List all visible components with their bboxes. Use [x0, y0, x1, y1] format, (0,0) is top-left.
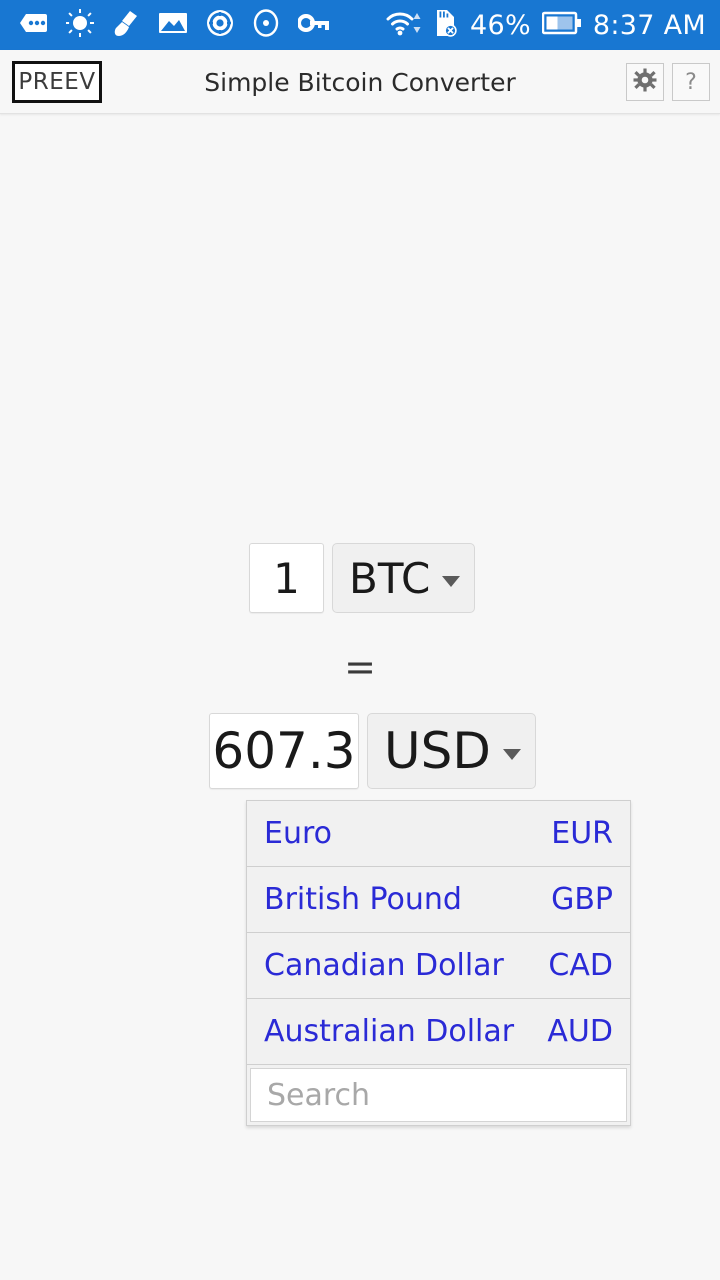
battery-icon	[541, 11, 582, 39]
status-bar-notification-icons	[0, 9, 330, 41]
list-item[interactable]: Australian Dollar AUD	[247, 999, 630, 1065]
status-bar-system-icons: 46% 8:37 AM	[386, 0, 706, 50]
currency-name: Australian Dollar	[264, 1014, 515, 1049]
amount-input-to[interactable]: 607.3	[209, 713, 359, 789]
amount-input-from[interactable]: 1	[249, 543, 324, 613]
sd-card-missing-icon	[433, 9, 459, 41]
wifi-icon	[386, 9, 422, 41]
chevron-down-icon	[502, 748, 521, 760]
currency-name: Canadian Dollar	[264, 948, 504, 983]
list-item[interactable]: British Pound GBP	[247, 867, 630, 933]
clock-label: 8:37 AM	[592, 9, 706, 41]
currency-code: GBP	[551, 882, 613, 917]
gallery-image-icon	[158, 11, 188, 39]
currency-name: British Pound	[264, 882, 462, 917]
broom-cleaner-icon	[112, 9, 140, 41]
app-header: PREEV Simple Bitcoin Converter ?	[0, 50, 720, 114]
currency-code: CAD	[548, 948, 613, 983]
messages-icon	[18, 11, 48, 39]
converter-body: 1 BTC = 607.3 USD Euro EUR British Pound…	[0, 114, 720, 1280]
gear-icon	[633, 68, 657, 96]
currency-select-from[interactable]: BTC	[332, 543, 476, 613]
vpn-key-icon	[297, 12, 330, 38]
currency-code: AUD	[547, 1014, 613, 1049]
currency-code: EUR	[551, 816, 613, 851]
search-input[interactable]: Search	[250, 1068, 627, 1122]
converter-row-from: 1 BTC	[249, 543, 476, 613]
settings-button[interactable]	[626, 63, 664, 101]
currency-select-to[interactable]: USD	[367, 713, 536, 789]
currency-name: Euro	[264, 816, 332, 851]
currency-dropdown: Euro EUR British Pound GBP Canadian Doll…	[246, 800, 631, 1126]
page-title: Simple Bitcoin Converter	[204, 68, 516, 97]
status-bar: 46% 8:37 AM	[0, 0, 720, 50]
help-button[interactable]: ?	[672, 63, 710, 101]
currency-select-to-label: USD	[384, 722, 491, 780]
list-item[interactable]: Canadian Dollar CAD	[247, 933, 630, 999]
chevron-down-icon	[442, 575, 461, 587]
brightness-night-icon	[66, 9, 94, 41]
equals-sign: =	[344, 645, 376, 689]
converter-row-to: 607.3 USD	[209, 713, 536, 789]
battery-percent-label: 46%	[469, 9, 531, 41]
list-item[interactable]: Euro EUR	[247, 801, 630, 867]
record-dot-icon	[252, 9, 280, 41]
settings-gear-icon	[206, 9, 234, 41]
currency-select-from-label: BTC	[349, 553, 431, 603]
